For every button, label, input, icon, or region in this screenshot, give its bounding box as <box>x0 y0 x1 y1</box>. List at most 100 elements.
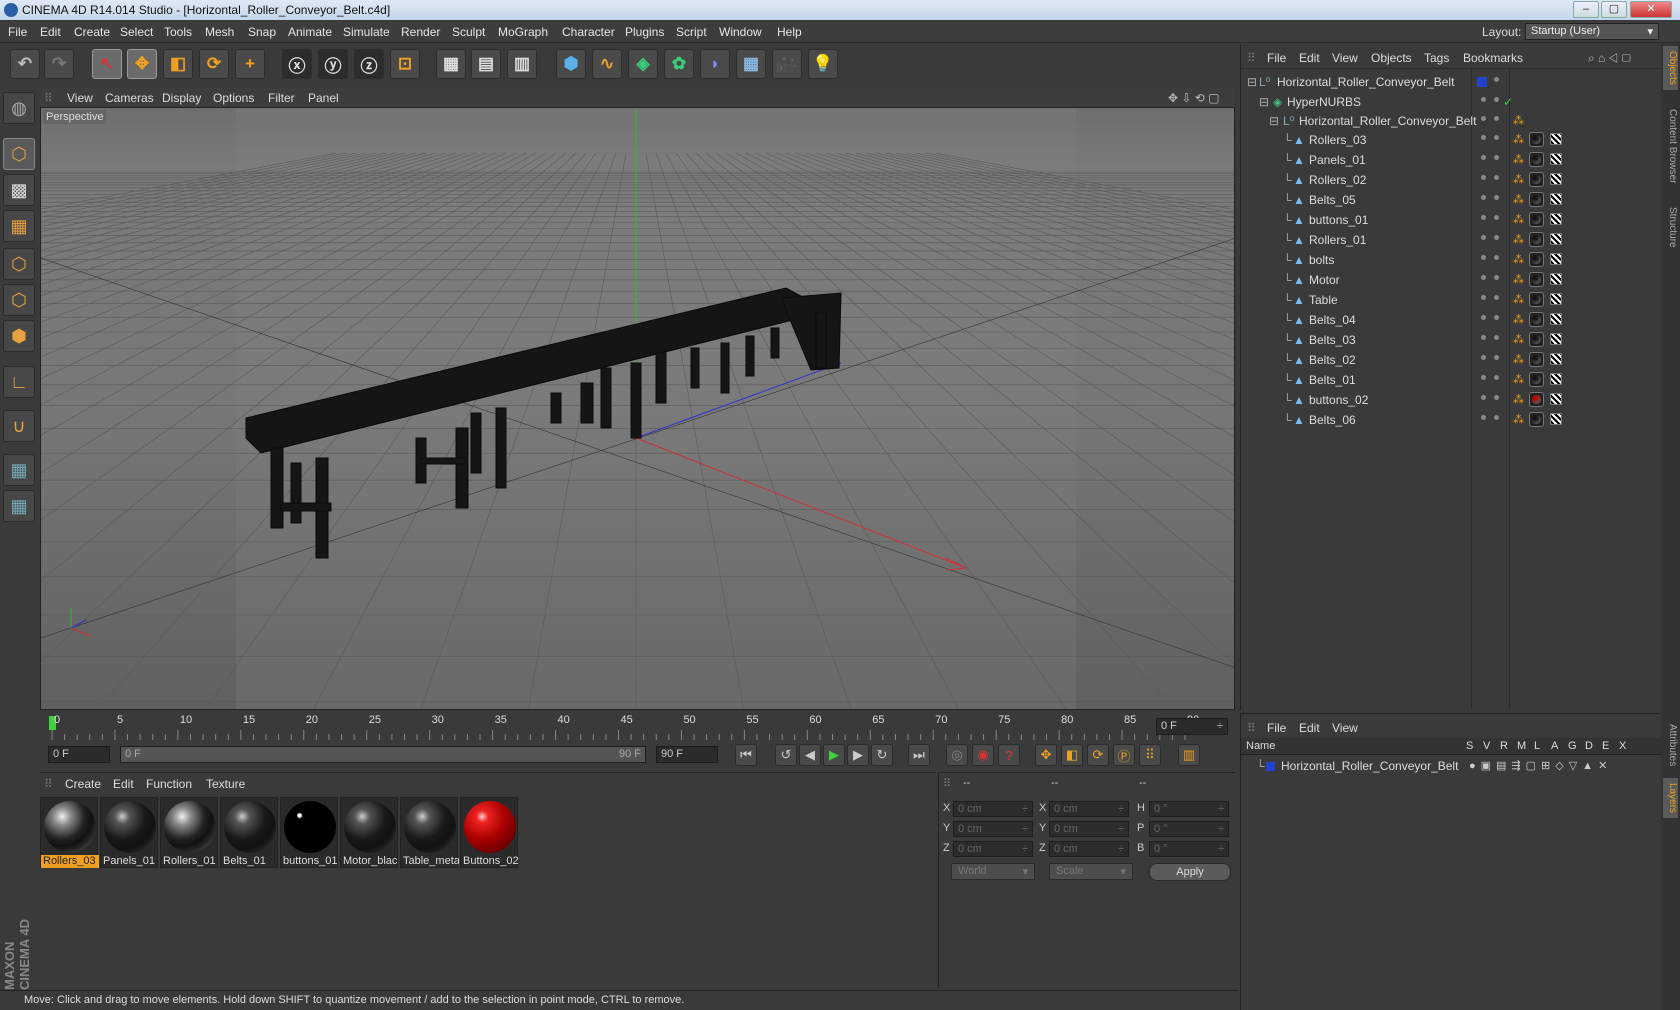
visibility-dot-icon[interactable] <box>1481 275 1486 280</box>
snap-settings-icon[interactable]: ▦ <box>3 490 35 522</box>
render-dot-icon[interactable] <box>1494 255 1499 260</box>
layer-menu-view[interactable]: View <box>1332 721 1358 735</box>
phong-tag-icon[interactable]: ⁂ <box>1513 154 1525 166</box>
perspective-viewport[interactable]: Perspective <box>40 107 1235 710</box>
material-tag-icon[interactable] <box>1529 372 1544 387</box>
key-parameter-icon[interactable]: Ⓟ <box>1113 744 1135 766</box>
coord-position-field[interactable]: 0 cm ÷ <box>953 841 1033 857</box>
material-tag-icon[interactable] <box>1529 332 1544 347</box>
redo-icon[interactable]: ↷ <box>44 49 74 79</box>
phong-tag-icon[interactable]: ⁂ <box>1513 134 1525 146</box>
minimize-button[interactable]: – <box>1573 1 1599 18</box>
move-icon[interactable]: ✥ <box>127 49 157 79</box>
play-icon[interactable]: ▶ <box>823 744 845 766</box>
light-icon[interactable]: 💡 <box>808 49 838 79</box>
edges-mode-icon[interactable]: ⬡ <box>3 284 35 316</box>
render-dot-icon[interactable] <box>1494 275 1499 280</box>
menu-animate[interactable]: Animate <box>288 25 332 39</box>
render-dot-icon[interactable] <box>1494 375 1499 380</box>
viewport-menu-options[interactable]: Options <box>213 91 254 105</box>
key-pla-icon[interactable]: ⠿ <box>1139 744 1161 766</box>
key-position-icon[interactable]: ✥ <box>1035 744 1057 766</box>
layer-col-header[interactable]: S <box>1466 740 1473 752</box>
material-tag-icon[interactable] <box>1529 192 1544 207</box>
visibility-dot-icon[interactable] <box>1481 395 1486 400</box>
material-tag-icon[interactable] <box>1529 172 1544 187</box>
current-frame-field[interactable]: 0 F ÷ <box>1156 718 1228 735</box>
side-tab-attributes[interactable]: Attributes <box>1663 716 1678 774</box>
material-tag-icon[interactable] <box>1529 412 1544 427</box>
material-tag-icon[interactable] <box>1529 352 1544 367</box>
render-dot-icon[interactable] <box>1494 175 1499 180</box>
layer-col-header[interactable]: L <box>1534 740 1540 752</box>
visibility-dot-icon[interactable] <box>1481 335 1486 340</box>
coord-size-field[interactable]: 0 cm ÷ <box>1049 821 1129 837</box>
apply-button[interactable]: Apply <box>1149 863 1231 881</box>
material-tag-icon[interactable] <box>1529 292 1544 307</box>
array-icon[interactable]: ✿ <box>664 49 694 79</box>
material-menu-texture[interactable]: Texture <box>206 777 245 791</box>
visibility-dot-icon[interactable] <box>1481 215 1486 220</box>
menu-sculpt[interactable]: Sculpt <box>452 25 485 39</box>
record-icon[interactable]: ◎ <box>946 744 968 766</box>
layer-col-header[interactable]: V <box>1483 740 1490 752</box>
coord-size-field[interactable]: 0 cm ÷ <box>1049 801 1129 817</box>
coord-size-field[interactable]: 0 cm ÷ <box>1049 841 1129 857</box>
uvw-tag-icon[interactable] <box>1550 413 1562 425</box>
coordinate-system-icon[interactable]: ⊡ <box>390 49 420 79</box>
model-mode-icon[interactable]: ⬡ <box>3 138 35 170</box>
deformer-icon[interactable]: ◗ <box>700 49 730 79</box>
render-dot-icon[interactable] <box>1494 116 1499 121</box>
phong-tag-icon[interactable]: ⁂ <box>1513 294 1525 306</box>
visibility-dot-icon[interactable] <box>1481 355 1486 360</box>
menu-mograph[interactable]: MoGraph <box>498 25 548 39</box>
object-row[interactable]: └ ▲ Motor ⁂ <box>1241 270 1661 290</box>
visibility-dot-icon[interactable] <box>1481 255 1486 260</box>
side-tab-objects[interactable]: Objects <box>1663 46 1678 90</box>
coord-rotation-field[interactable]: 0 ° ÷ <box>1149 821 1229 837</box>
material-menu-edit[interactable]: Edit <box>113 777 134 791</box>
phong-tag-icon[interactable]: ⁂ <box>1513 314 1525 326</box>
magnet-icon[interactable]: ∪ <box>3 410 35 442</box>
menu-window[interactable]: Window <box>719 25 762 39</box>
coord-rotation-field[interactable]: 0 ° ÷ <box>1149 801 1229 817</box>
menu-mesh[interactable]: Mesh <box>205 25 234 39</box>
menu-plugins[interactable]: Plugins <box>625 25 664 39</box>
axis-mode-icon[interactable]: ∟ <box>3 366 35 398</box>
coord-mode-select[interactable]: Scale ▾ <box>1049 863 1133 880</box>
visibility-dot-icon[interactable] <box>1481 375 1486 380</box>
side-tab-content-browser[interactable]: Content Browser <box>1663 100 1678 192</box>
material-tag-icon[interactable] <box>1529 272 1544 287</box>
object-row[interactable]: └ ▲ Belts_02 ⁂ <box>1241 350 1661 370</box>
expand-icon[interactable]: ⊟ <box>1259 95 1269 109</box>
material-swatch[interactable]: Panels_01 <box>100 797 158 868</box>
render-settings-icon[interactable]: ▥ <box>507 49 537 79</box>
material-tag-icon[interactable] <box>1529 232 1544 247</box>
uvw-tag-icon[interactable] <box>1550 133 1562 145</box>
visibility-dot-icon[interactable] <box>1481 175 1486 180</box>
menu-select[interactable]: Select <box>120 25 153 39</box>
layer-col-header[interactable]: G <box>1568 740 1577 752</box>
layer-menu-edit[interactable]: Edit <box>1299 721 1320 735</box>
uvw-tag-icon[interactable] <box>1550 273 1562 285</box>
phong-tag-icon[interactable]: ⁂ <box>1513 354 1525 366</box>
layout-select[interactable]: Startup (User) ▾ <box>1525 23 1659 40</box>
object-row[interactable]: └ ▲ Rollers_01 ⁂ <box>1241 230 1661 250</box>
phong-tag-icon[interactable]: ⁂ <box>1513 214 1525 226</box>
layer-color-icon[interactable] <box>1266 762 1275 771</box>
phong-tag-icon[interactable]: ⁂ <box>1513 115 1525 127</box>
spline-icon[interactable]: ∿ <box>592 49 622 79</box>
enabled-check-icon[interactable]: ✓ <box>1503 95 1513 109</box>
viewport-menu-view[interactable]: View <box>67 91 93 105</box>
undo-icon[interactable]: ↶ <box>10 49 40 79</box>
phong-tag-icon[interactable]: ⁂ <box>1513 234 1525 246</box>
material-swatch[interactable]: Rollers_03 <box>40 797 99 868</box>
render-dot-icon[interactable] <box>1494 415 1499 420</box>
material-tag-icon[interactable] <box>1529 392 1544 407</box>
autokey-icon[interactable]: ◉ <box>972 744 994 766</box>
x-axis-icon[interactable]: ⓧ <box>282 49 312 79</box>
uvw-tag-icon[interactable] <box>1550 373 1562 385</box>
layer-col-header[interactable]: M <box>1517 740 1526 752</box>
material-tag-icon[interactable] <box>1529 132 1544 147</box>
object-row-hypernurbs[interactable]: ⊟ ◈ HyperNURBS ✓ <box>1241 92 1661 112</box>
